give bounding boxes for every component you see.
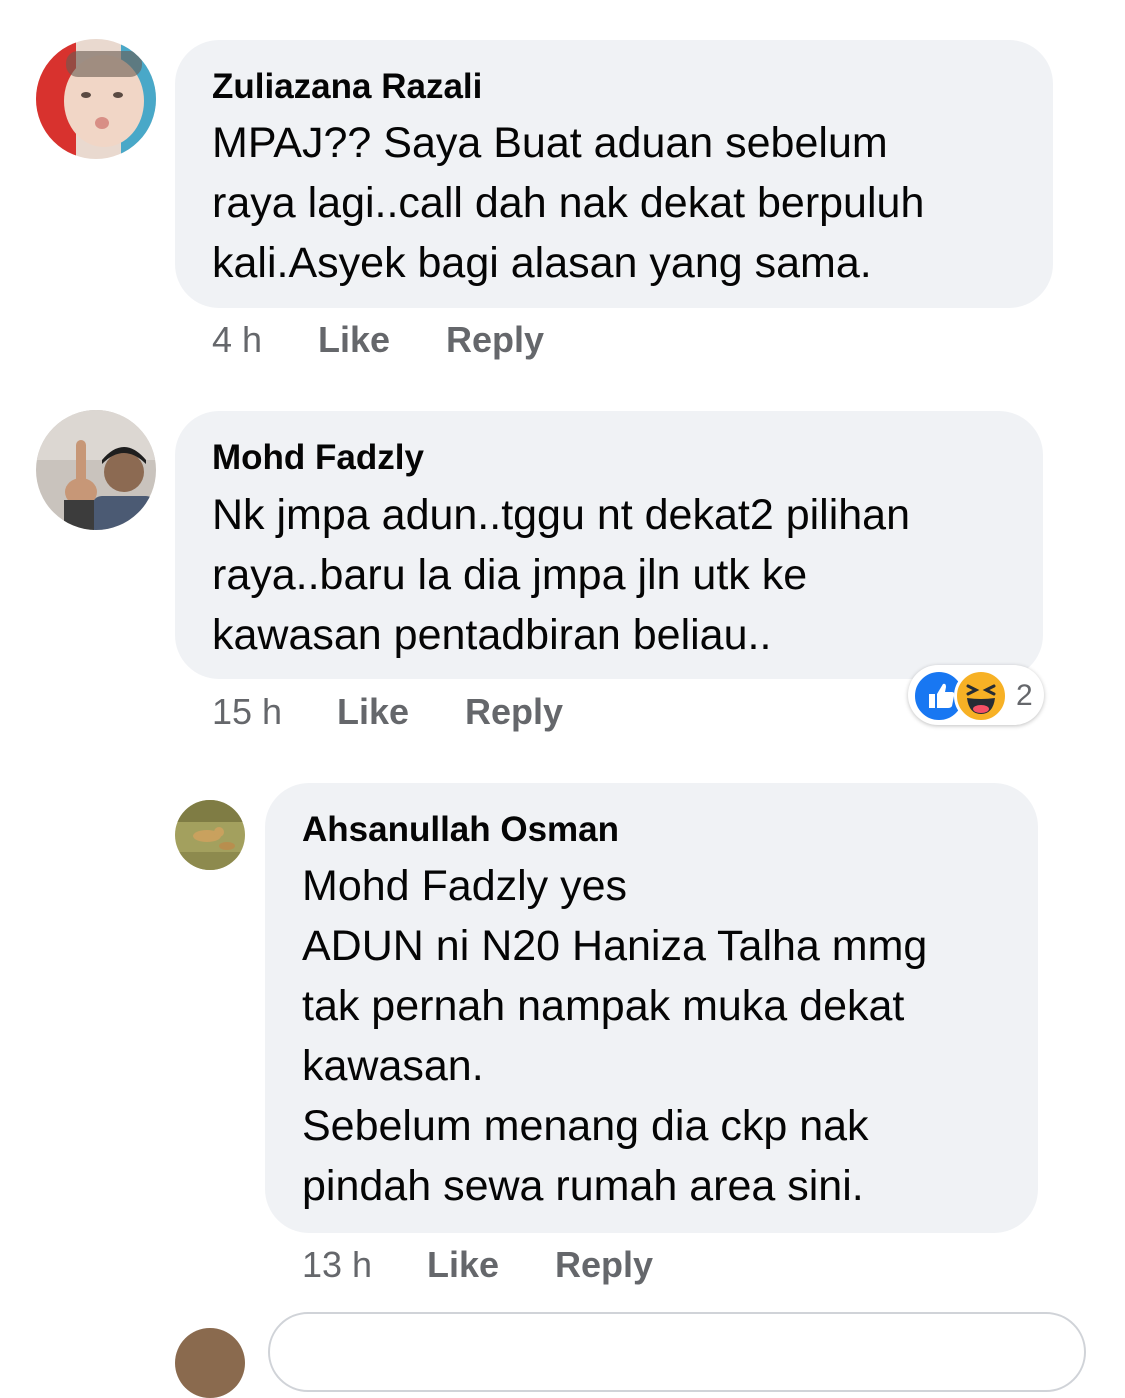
comment-text-line: tak pernah nampak muka dekat — [302, 982, 905, 1030]
reaction-count: 2 — [1016, 679, 1033, 712]
comment-text-line: kawasan. — [302, 1042, 484, 1090]
comment-timestamp[interactable]: 15 h — [212, 692, 282, 732]
avatar-photo — [36, 39, 156, 159]
avatar[interactable] — [175, 800, 245, 870]
avatar-photo — [175, 1328, 245, 1398]
comment-text-line: Nk jmpa adun..tggu nt dekat2 pilihan — [212, 491, 911, 539]
avatar[interactable] — [36, 39, 156, 159]
comment-author[interactable]: Zuliazana Razali — [212, 67, 482, 107]
like-button[interactable]: Like — [337, 692, 409, 732]
comment-author[interactable]: Mohd Fadzly — [212, 438, 424, 478]
comment-text-line: pindah sewa rumah area sini. — [302, 1162, 864, 1210]
comment-author[interactable]: Ahsanullah Osman — [302, 810, 619, 850]
comment-text-line: MPAJ?? Saya Buat aduan sebelum — [212, 119, 888, 167]
avatar[interactable] — [175, 1328, 245, 1398]
avatar-photo — [36, 410, 156, 530]
comment-timestamp[interactable]: 13 h — [302, 1245, 372, 1285]
avatar[interactable] — [36, 410, 156, 530]
comment-text-line: Mohd Fadzly yes — [302, 862, 628, 910]
reaction-summary[interactable]: 2 — [908, 665, 1044, 725]
haha-icon — [954, 669, 1008, 723]
reply-button[interactable]: Reply — [555, 1245, 653, 1285]
like-button[interactable]: Like — [427, 1245, 499, 1285]
comment-timestamp[interactable]: 4 h — [212, 320, 262, 360]
reply-input-box[interactable] — [268, 1312, 1086, 1392]
comment-text-line: ADUN ni N20 Haniza Talha mmg — [302, 922, 928, 970]
avatar-photo — [175, 800, 245, 870]
comment-text-line: kawasan pentadbiran beliau.. — [212, 611, 772, 659]
like-button[interactable]: Like — [318, 320, 390, 360]
comment-text-line: raya..baru la dia jmpa jln utk ke — [212, 551, 808, 599]
reply-button[interactable]: Reply — [465, 692, 563, 732]
reply-button[interactable]: Reply — [446, 320, 544, 360]
comment-text-line: raya lagi..call dah nak dekat berpuluh — [212, 179, 925, 227]
comment-text-line: Sebelum menang dia ckp nak — [302, 1102, 869, 1150]
comment-text-line: kali.Asyek bagi alasan yang sama. — [212, 239, 872, 287]
